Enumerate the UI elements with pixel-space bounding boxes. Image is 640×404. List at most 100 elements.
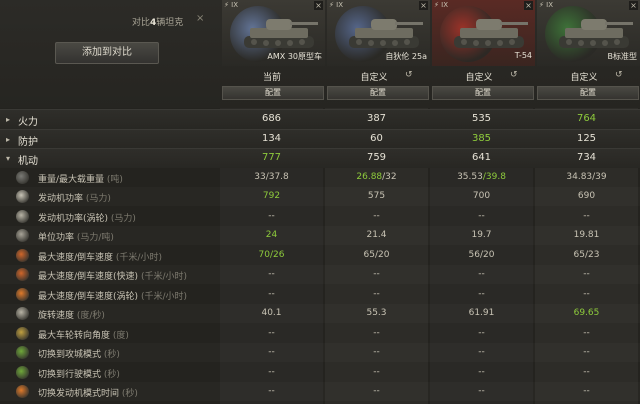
tank-icon (349, 19, 423, 48)
stat-value: 19.7 (471, 230, 492, 240)
tier-value: IX (231, 1, 239, 9)
tank-name: B标准型 (607, 52, 638, 61)
stat-row: 最大速度/倒车速度(涡轮) (千米/小时) -- -- -- -- (0, 285, 640, 304)
section-value: 535 (471, 113, 492, 124)
configure-button[interactable]: 配置 (432, 86, 534, 100)
section-value: 387 (366, 113, 387, 124)
config-label: 当前 (262, 73, 281, 83)
tier-label: ⚡ IX (224, 1, 239, 9)
stat-value: 24 (265, 230, 278, 240)
stat-label: 发动机功率(涡轮) (马力) (38, 213, 136, 224)
tier-label: ⚡ IX (539, 1, 554, 9)
reset-icon[interactable]: ↺ (510, 70, 518, 80)
stat-row: 重量/最大载重量 (吨) 33/37.8 26.88/32 35.53/39.8 34.… (0, 168, 640, 187)
remove-tank-close-icon[interactable]: × (524, 1, 533, 10)
stat-row: 发动机功率 (马力) 792 575 700 690 (0, 187, 640, 206)
stat-value: 700 (472, 191, 491, 201)
stat-label: 单位功率 (马力/吨) (38, 233, 114, 243)
stat-row: 旋转速度 (度/秒) 40.1 55.3 61.91 69.65 (0, 304, 640, 323)
section-mobility[interactable]: ▾ 机动 777 759 641 734 (0, 148, 640, 168)
tier-value: IX (336, 1, 344, 9)
configure-button[interactable]: 配置 (537, 86, 639, 100)
stat-value: 34.83/39 (566, 171, 607, 182)
stat-value: -- (373, 347, 380, 357)
stat-label: 最大速度/倒车速度(快速) (千米/小时) (38, 272, 187, 282)
configure-button[interactable]: 配置 (327, 86, 429, 100)
stat-value: 26.88/32 (356, 171, 397, 182)
configure-button[interactable]: 配置 (222, 86, 324, 100)
stat-value: 19.81 (573, 230, 600, 240)
stat-value: -- (478, 210, 485, 221)
section-value: 385 (471, 132, 492, 144)
stat-label: 发动机功率 (马力) (38, 194, 111, 204)
stat-row: 最大车轮转向角度 (度) -- -- -- -- (0, 324, 640, 343)
stat-value: -- (478, 327, 485, 338)
stat-value: -- (373, 327, 380, 338)
reset-icon[interactable]: ↺ (405, 70, 413, 80)
stat-value: -- (583, 210, 590, 221)
stat-value: -- (583, 327, 590, 338)
section-label: 防护 (18, 136, 38, 148)
stat-label: 重量/最大载重量 (吨) (38, 174, 123, 185)
section-value: 686 (261, 113, 282, 124)
engine-icon (16, 190, 29, 203)
stat-value: -- (583, 269, 590, 279)
stat-label: 旋转速度 (度/秒) (38, 311, 105, 321)
section-label: 机动 (18, 156, 38, 167)
tank-image: ⚡ IX × AMX 30原型车 (222, 0, 325, 66)
weight-icon (16, 170, 29, 184)
stat-value: -- (373, 288, 380, 299)
section-protection[interactable]: ▸ 防护 134 60 385 125 (0, 128, 640, 149)
stat-value: 33/37.8 (254, 171, 289, 182)
section-firepower[interactable]: ▸ 火力 686 387 535 764 (0, 109, 640, 129)
remove-tank-close-icon[interactable]: × (314, 1, 323, 10)
speed-turbo-icon (16, 287, 29, 301)
stat-row: 切换到行驶模式 (秒) -- -- -- -- (0, 363, 640, 382)
config-label: 自定义 (360, 73, 388, 83)
expand-arrow-icon[interactable]: ▸ (6, 135, 10, 144)
stat-value: 35.53/39.8 (457, 171, 506, 182)
expand-arrow-icon[interactable]: ▾ (6, 154, 10, 163)
stat-value: 690 (577, 191, 596, 201)
stat-value: -- (268, 347, 275, 357)
reset-icon[interactable]: ↺ (615, 70, 623, 80)
expand-arrow-icon[interactable]: ▸ (6, 115, 10, 124)
stat-row: 发动机功率(涡轮) (马力) -- -- -- -- (0, 207, 640, 226)
stat-row: 最大速度/倒车速度 (千米/小时) 70/26 65/20 56/20 65/23 (0, 246, 640, 265)
stat-value: -- (268, 366, 275, 377)
tank-name: T-54 (514, 51, 532, 60)
stat-value: -- (583, 386, 590, 396)
wheel-angle-icon (16, 326, 29, 340)
power-ratio-icon (16, 229, 29, 242)
tank-icon (454, 19, 528, 48)
stat-value: -- (478, 386, 485, 396)
stat-value: 55.3 (366, 308, 387, 318)
section-value: 60 (370, 132, 383, 144)
section-label: 火力 (18, 117, 38, 128)
remove-tank-close-icon[interactable]: × (419, 1, 428, 10)
stat-label: 最大车轮转向角度 (度) (38, 330, 129, 341)
stat-label: 最大速度/倒车速度(涡轮) (千米/小时) (38, 291, 187, 302)
stat-value: -- (478, 288, 485, 299)
stat-value: -- (373, 269, 380, 279)
engine-mode-icon (16, 385, 29, 398)
section-value: 125 (576, 132, 597, 144)
tank-icon (244, 19, 318, 48)
stat-value: -- (478, 366, 485, 377)
stat-value: 21.4 (366, 230, 387, 240)
add-to-compare-button[interactable]: 添加到对比 (55, 42, 159, 64)
stat-value: 65/23 (573, 249, 600, 260)
clear-all-close-icon[interactable]: × (196, 13, 204, 24)
stat-value: -- (478, 347, 485, 357)
tank-card-1[interactable]: ⚡ IX × AMX 30原型车 当前 配置 (222, 0, 325, 104)
tank-card-4[interactable]: ⚡ IX × B标准型 自定义 ↺ 配置 (537, 0, 640, 104)
remove-tank-close-icon[interactable]: × (629, 1, 638, 10)
section-value: 759 (366, 152, 387, 163)
stat-value: -- (583, 366, 590, 377)
section-value: 641 (471, 152, 492, 163)
tank-card-3[interactable]: ⚡ IX × T-54 自定义 ↺ 配置 (432, 0, 535, 104)
tank-image: ⚡ IX × 自狄伦 25a (327, 0, 430, 66)
stat-value: -- (478, 269, 485, 279)
tank-card-2[interactable]: ⚡ IX × 自狄伦 25a 自定义 ↺ 配置 (327, 0, 430, 104)
stat-label: 切换发动机模式时间 (秒) (38, 389, 138, 399)
